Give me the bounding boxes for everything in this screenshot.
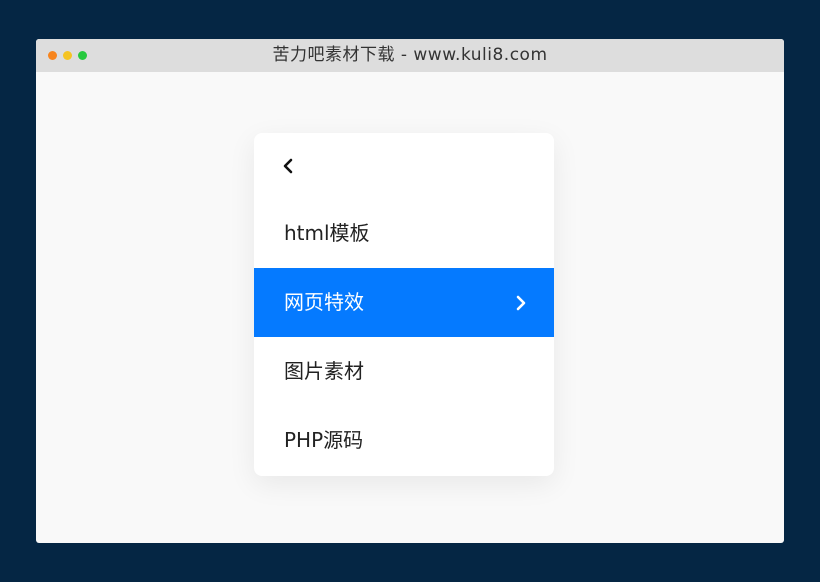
menu-item-label: html模板 (284, 221, 370, 245)
menu-card: html模板 网页特效 图片素材 PHP源码 (254, 133, 554, 476)
menu-item-label: PHP源码 (284, 428, 364, 452)
browser-window: 苦力吧素材下载 - www.kuli8.com html模板 网页特效 图片素材… (36, 39, 784, 543)
menu-item-html-templates[interactable]: html模板 (254, 199, 554, 268)
chevron-left-icon (283, 158, 293, 174)
menu-item-php-source[interactable]: PHP源码 (254, 406, 554, 475)
menu-item-label: 网页特效 (284, 290, 364, 314)
menu-item-web-effects[interactable]: 网页特效 (254, 268, 554, 337)
menu-item-image-assets[interactable]: 图片素材 (254, 337, 554, 406)
back-button[interactable] (254, 133, 554, 199)
title-bar: 苦力吧素材下载 - www.kuli8.com (36, 39, 784, 72)
window-title: 苦力吧素材下载 - www.kuli8.com (272, 45, 548, 65)
chevron-right-icon (516, 295, 526, 311)
menu-item-label: 图片素材 (284, 359, 364, 383)
